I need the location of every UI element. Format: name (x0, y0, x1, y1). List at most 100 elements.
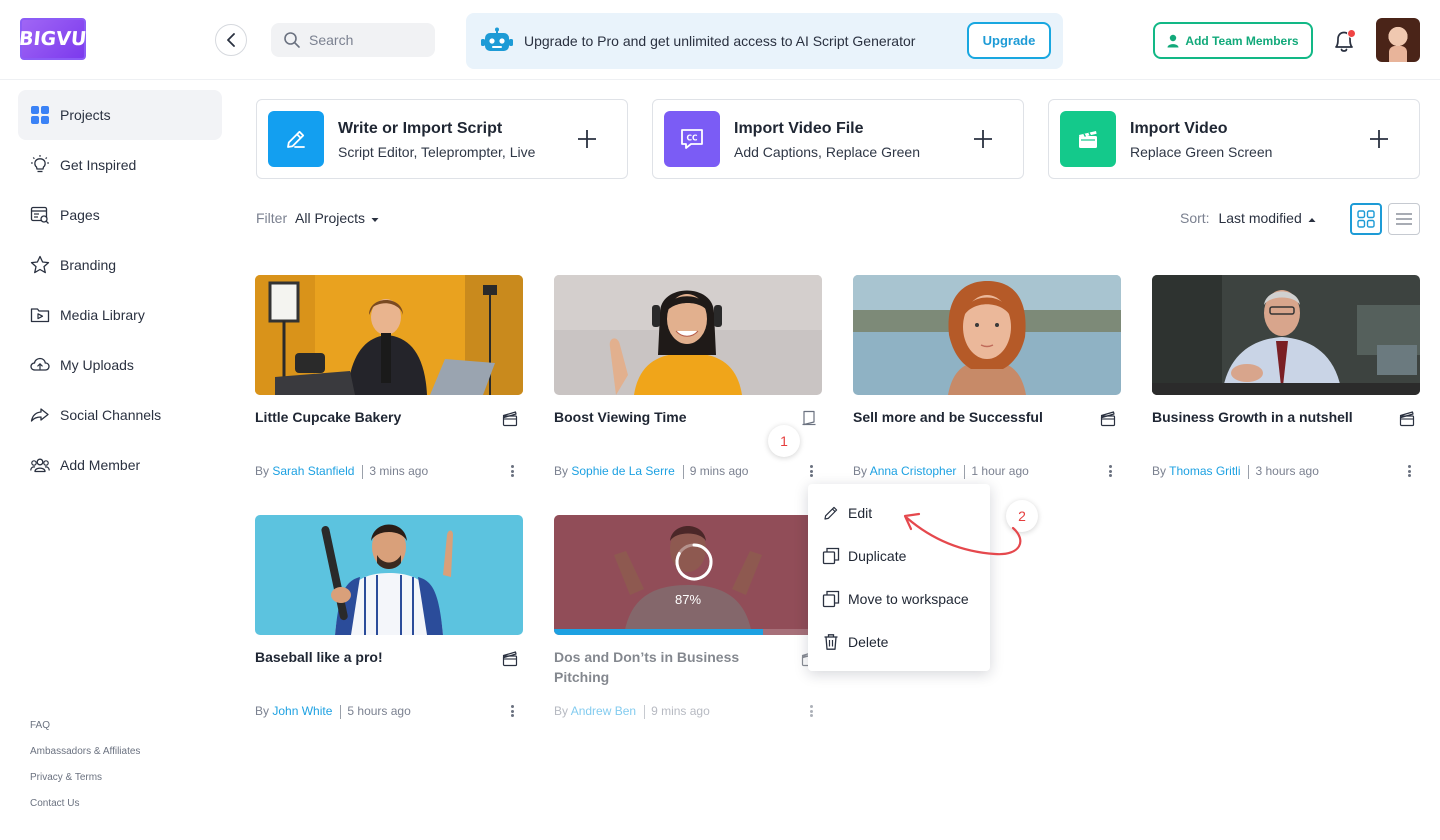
project-author[interactable]: Sarah Stanfield (272, 464, 354, 478)
list-view-button[interactable] (1388, 203, 1420, 235)
project-thumbnail[interactable] (255, 515, 523, 635)
project-author[interactable]: John White (272, 704, 332, 718)
filter-value: All Projects (295, 210, 366, 226)
more-options-button[interactable] (507, 463, 517, 479)
by-label: By (255, 704, 270, 718)
clapperboard-outline-icon[interactable] (501, 409, 519, 427)
divider (362, 464, 364, 479)
bigvu-logo[interactable]: BIGVU (18, 18, 88, 60)
filter-control[interactable]: Filter All Projects (256, 210, 379, 226)
upgrade-button[interactable]: Upgrade (967, 22, 1051, 59)
project-thumbnail[interactable] (853, 275, 1121, 395)
sort-value: Last modified (1218, 210, 1302, 226)
project-meta: By Andrew Ben 9 mins ago (554, 704, 710, 719)
step-badge-1: 1 (768, 425, 800, 457)
divider (964, 464, 966, 479)
project-card[interactable]: Little Cupcake Bakery By Sarah Stanfield… (255, 275, 523, 485)
project-thumbnail[interactable] (255, 275, 523, 395)
filter-label: Filter (256, 210, 288, 226)
menu-item-move-to-workspace[interactable]: Move to workspace (808, 579, 990, 619)
project-title[interactable]: Dos and Don’ts in Business Pitching (554, 647, 779, 687)
project-author[interactable]: Anna Cristopher (870, 464, 957, 478)
script-page-icon[interactable] (800, 409, 818, 427)
search-icon (284, 32, 300, 48)
divider (1248, 464, 1250, 479)
pages-icon (30, 205, 50, 225)
grid-view-button[interactable] (1350, 203, 1382, 235)
chevron-left-icon (227, 33, 235, 47)
by-label: By (554, 464, 569, 478)
more-options-button[interactable] (1105, 463, 1115, 479)
project-meta: By John White 5 hours ago (255, 704, 411, 719)
more-options-button[interactable] (806, 463, 816, 479)
project-author[interactable]: Andrew Ben (571, 704, 636, 718)
project-card-uploading[interactable]: 87% Dos and Don’ts in Business Pitching … (554, 515, 822, 725)
sidebar-item-media-library[interactable]: Media Library (18, 290, 222, 340)
project-title[interactable]: Boost Viewing Time (554, 407, 779, 427)
card-subtitle: Replace Green Screen (1130, 144, 1273, 160)
project-time: 9 mins ago (689, 464, 749, 478)
write-import-script-card[interactable]: Write or Import Script Script Editor, Te… (256, 99, 628, 179)
promo-text: Upgrade to Pro and get unlimited access … (524, 33, 916, 49)
search-box[interactable] (271, 23, 435, 57)
logo-text: BIGVU (18, 28, 88, 50)
add-team-members-button[interactable]: Add Team Members (1153, 22, 1313, 59)
collapse-sidebar-button[interactable] (215, 24, 247, 56)
top-bar: BIGVU Upgrade to Pro and get unlimited a… (0, 0, 1440, 80)
project-title[interactable]: Sell more and be Successful (853, 407, 1078, 427)
footer-link-contact[interactable]: Contact Us (30, 798, 79, 809)
project-meta: By Sophie de La Serre 9 mins ago (554, 464, 748, 479)
card-subtitle: Script Editor, Teleprompter, Live (338, 144, 536, 160)
sort-control[interactable]: Sort: Last modified (1180, 210, 1316, 226)
cloud-upload-icon (30, 355, 50, 375)
project-time: 3 hours ago (1255, 464, 1319, 478)
project-title[interactable]: Little Cupcake Bakery (255, 407, 480, 427)
project-card[interactable]: Baseball like a pro! By John White 5 hour… (255, 515, 523, 725)
add-team-label: Add Team Members (1185, 33, 1299, 48)
clapperboard-outline-icon[interactable] (1099, 409, 1117, 427)
user-avatar[interactable] (1376, 18, 1420, 62)
sidebar-item-branding[interactable]: Branding (18, 240, 222, 290)
more-options-button[interactable] (1404, 463, 1414, 479)
project-thumbnail[interactable] (554, 275, 822, 395)
project-time: 5 hours ago (347, 704, 411, 718)
sidebar-item-projects[interactable]: Projects (18, 90, 222, 140)
by-label: By (554, 704, 569, 718)
project-thumbnail[interactable]: 87% (554, 515, 822, 635)
search-input[interactable] (309, 32, 419, 48)
import-video-file-card[interactable]: CC Import Video File Add Captions, Repla… (652, 99, 1024, 179)
project-title[interactable]: Business Growth in a nutshell (1152, 407, 1377, 427)
by-label: By (255, 464, 270, 478)
sidebar-item-my-uploads[interactable]: My Uploads (18, 340, 222, 390)
footer-link-privacy[interactable]: Privacy & Terms (30, 772, 102, 783)
project-meta: By Thomas Gritli 3 hours ago (1152, 464, 1319, 479)
import-video-card[interactable]: Import Video Replace Green Screen (1048, 99, 1420, 179)
star-icon (30, 255, 50, 275)
sidebar-item-social-channels[interactable]: Social Channels (18, 390, 222, 440)
menu-item-delete[interactable]: Delete (808, 622, 990, 662)
captions-icon: CC (664, 111, 720, 167)
clapperboard-outline-icon[interactable] (1398, 409, 1416, 427)
sidebar-item-get-inspired[interactable]: Get Inspired (18, 140, 222, 190)
more-options-button[interactable] (806, 703, 816, 719)
sidebar-item-pages[interactable]: Pages (18, 190, 222, 240)
project-thumbnail[interactable] (1152, 275, 1420, 395)
footer-link-faq[interactable]: FAQ (30, 720, 50, 731)
users-icon (30, 455, 50, 475)
project-card[interactable]: Business Growth in a nutshell By Thomas … (1152, 275, 1420, 485)
caret-up-icon (1308, 218, 1316, 222)
project-card[interactable]: Sell more and be Successful By Anna Cris… (853, 275, 1121, 485)
footer-link-ambassadors[interactable]: Ambassadors & Affiliates (30, 746, 140, 757)
move-icon (822, 590, 840, 608)
caret-down-icon (371, 218, 379, 222)
project-author[interactable]: Thomas Gritli (1169, 464, 1240, 478)
project-title[interactable]: Baseball like a pro! (255, 647, 480, 667)
divider (682, 464, 684, 479)
sort-label: Sort: (1180, 210, 1210, 226)
project-author[interactable]: Sophie de La Serre (571, 464, 674, 478)
plus-icon (1370, 130, 1388, 148)
sidebar-item-add-member[interactable]: Add Member (18, 440, 222, 490)
pencil-icon (822, 504, 840, 522)
clapperboard-outline-icon[interactable] (501, 649, 519, 667)
more-options-button[interactable] (507, 703, 517, 719)
